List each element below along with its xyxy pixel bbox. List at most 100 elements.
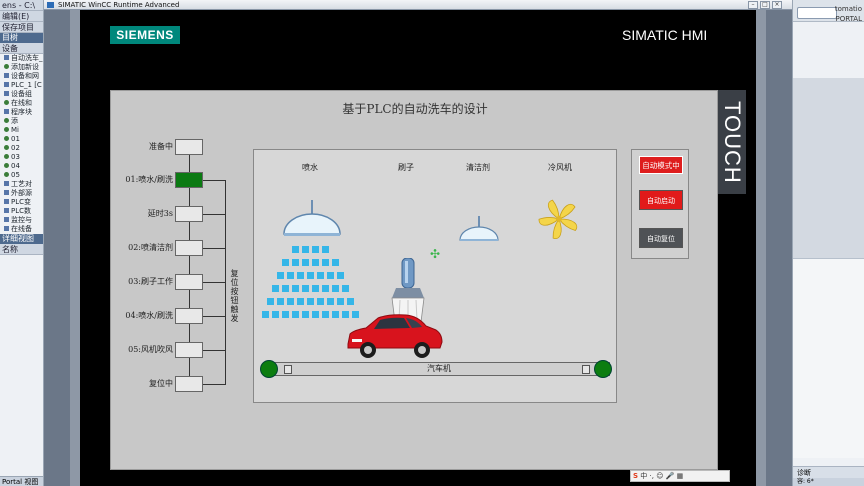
add-icon xyxy=(4,118,9,123)
runtime-titlebar: SIMATIC WinCC Runtime Advanced – □ × xyxy=(44,0,792,10)
tree-item[interactable]: 03 xyxy=(0,153,43,162)
block-icon xyxy=(4,127,9,132)
tree-item[interactable]: 添 xyxy=(0,117,43,126)
step-indicator-04 xyxy=(175,308,203,324)
limit-switch-left xyxy=(284,365,292,374)
tree-item[interactable]: PLC数 xyxy=(0,207,43,216)
tree-item[interactable]: PLC_1 [C xyxy=(0,81,43,90)
connector xyxy=(189,358,190,376)
detergent-nozzle-icon xyxy=(459,216,499,241)
water-drop xyxy=(272,285,279,292)
tree-item[interactable]: 程序块 xyxy=(0,108,43,117)
water-drop xyxy=(327,272,334,279)
tia-portal-left-pane: ens - C:\ 编辑(E) 保存项目 目树 设备 自动洗车_201 添加新设… xyxy=(0,0,44,486)
loop-branch xyxy=(203,214,225,215)
water-drop xyxy=(337,298,344,305)
totally-integrated-label: tomatio xyxy=(834,5,862,13)
maximize-button[interactable]: □ xyxy=(760,1,770,9)
water-drop xyxy=(292,285,299,292)
water-drop xyxy=(282,259,289,266)
tree-item[interactable]: 添加新设 xyxy=(0,63,43,72)
step-label-01: 01:喷水/刷洗 xyxy=(125,175,173,184)
bezel-left xyxy=(44,10,80,486)
water-drop xyxy=(312,246,319,253)
add-icon xyxy=(4,64,9,69)
tree-item[interactable]: 在线备 xyxy=(0,225,43,234)
step-indicator-02 xyxy=(175,240,203,256)
ime-toolbar[interactable]: S 中 ·, ☺ 🎤 ▦ xyxy=(630,470,730,482)
auto-mode-indicator: 自动模式中 xyxy=(639,156,683,174)
step-indicator-delay xyxy=(175,206,203,222)
water-drop xyxy=(287,272,294,279)
tree-item[interactable]: 05 xyxy=(0,171,43,180)
tia-menu-fragment[interactable]: 编辑(E) xyxy=(0,11,43,22)
step-indicator-reset xyxy=(175,376,203,392)
folder-icon xyxy=(4,199,9,204)
valve-indicator-icon: ✣ xyxy=(430,247,441,261)
step-label-03: 03:刷子工作 xyxy=(128,277,173,286)
auto-start-button[interactable]: 自动启动 xyxy=(639,190,683,210)
connector xyxy=(189,222,190,240)
tree-item[interactable]: 工艺对 xyxy=(0,180,43,189)
tree-item[interactable]: 04 xyxy=(0,162,43,171)
inspector-panel xyxy=(793,258,864,458)
folder-icon xyxy=(4,226,9,231)
tree-item[interactable]: 01 xyxy=(0,135,43,144)
water-drop xyxy=(292,311,299,318)
water-drop xyxy=(342,285,349,292)
water-drop xyxy=(267,298,274,305)
tree-item[interactable]: Mi xyxy=(0,126,43,135)
tree-item[interactable]: 监控与 xyxy=(0,216,43,225)
runtime-title: SIMATIC WinCC Runtime Advanced xyxy=(58,1,180,9)
tree-item[interactable]: 设备和网 xyxy=(0,72,43,81)
tree-item[interactable]: 02 xyxy=(0,144,43,153)
step-indicator-05 xyxy=(175,342,203,358)
devices-tab[interactable]: 设备 xyxy=(0,43,43,54)
loop-branch xyxy=(203,248,225,249)
close-button[interactable]: × xyxy=(772,1,782,9)
toggle-control[interactable] xyxy=(797,7,837,19)
water-drop xyxy=(302,246,309,253)
step-label-delay: 延时3s xyxy=(147,209,173,218)
tree-item[interactable]: 自动洗车_201 xyxy=(0,54,43,63)
control-panel: 自动模式中 自动启动 自动复位 xyxy=(631,149,689,259)
water-drop xyxy=(302,259,309,266)
water-drop xyxy=(297,298,304,305)
portal-view-button[interactable]: Portal 视图 xyxy=(0,476,43,486)
reset-trigger-label: 复位按钮触发 xyxy=(230,269,239,323)
connector xyxy=(189,188,190,206)
water-drop xyxy=(337,272,344,279)
tree-item[interactable]: 外部源 xyxy=(0,189,43,198)
project-icon xyxy=(4,55,9,60)
water-drop xyxy=(292,246,299,253)
sogou-icon: S xyxy=(633,472,639,480)
portal-label: PORTAL xyxy=(835,15,862,23)
water-drop xyxy=(332,311,339,318)
tree-item[interactable]: PLC变 xyxy=(0,198,43,207)
water-drop xyxy=(322,285,329,292)
loop-branch xyxy=(203,316,225,317)
plc-icon xyxy=(4,82,9,87)
water-drop xyxy=(312,259,319,266)
auto-reset-button[interactable]: 自动复位 xyxy=(639,228,683,248)
diagnostics-tab[interactable]: 诊断 xyxy=(793,466,864,478)
conveyor-roller-left xyxy=(260,360,278,378)
minimize-button[interactable]: – xyxy=(748,1,758,9)
detail-view-header[interactable]: 详细视图 xyxy=(0,234,43,244)
step-indicator-03 xyxy=(175,274,203,290)
tia-portal-right-pane: tomatio PORTAL 诊断 容: 6* xyxy=(792,0,864,486)
tree-item[interactable]: 设备组 xyxy=(0,90,43,99)
save-project-button[interactable]: 保存项目 xyxy=(0,22,43,33)
shower-head-icon xyxy=(283,200,341,236)
tree-item[interactable]: 在线和 xyxy=(0,99,43,108)
detergent-label: 清洁剂 xyxy=(466,163,490,172)
hmi-screen: 基于PLC的自动洗车的设计 准备中 01:喷水/刷洗 延时3s 02:喷清洁剂 … xyxy=(110,90,718,470)
connector xyxy=(189,256,190,274)
page-title: 基于PLC的自动洗车的设计 xyxy=(342,102,488,116)
fan-icon xyxy=(538,199,578,239)
water-drop xyxy=(307,298,314,305)
water-drop xyxy=(272,311,279,318)
water-drop xyxy=(347,298,354,305)
car-icon xyxy=(347,314,443,358)
folder-icon xyxy=(4,208,9,213)
